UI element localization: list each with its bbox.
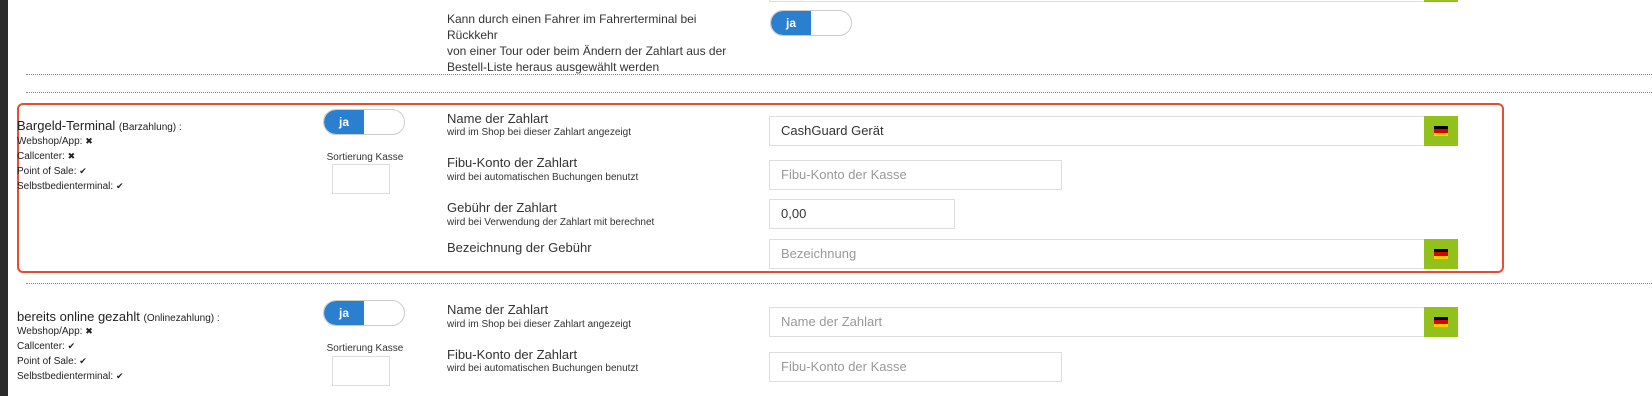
check-icon: ✔: [115, 181, 124, 191]
capability-label: Callcenter:: [17, 151, 65, 162]
sort-input[interactable]: [332, 164, 390, 194]
capability-item: Webshop/App: ✖: [17, 324, 124, 339]
name-input[interactable]: CashGuard Gerät: [769, 116, 1426, 146]
german-flag-icon: [1434, 126, 1448, 136]
driver-terminal-description: Kann durch einen Fahrer im Fahrertermina…: [447, 11, 747, 75]
check-icon: ✔: [79, 356, 87, 366]
description-line: Bestell-Liste heraus ausgewählt werden: [447, 60, 660, 74]
divider: [26, 92, 1652, 93]
payment-type: (Onlinezahlung) :: [143, 313, 220, 324]
sort-input[interactable]: [332, 356, 390, 386]
capability-label: Selbstbedienterminal:: [17, 181, 114, 192]
description-line: von einer Tour oder beim Ändern der Zahl…: [447, 44, 727, 58]
language-flag-button[interactable]: [1424, 116, 1458, 146]
fee-label: Gebühr der Zahlart: [447, 200, 557, 215]
capability-item: Selbstbedienterminal: ✔: [17, 179, 124, 194]
check-icon: ✔: [79, 166, 87, 176]
fibu-input[interactable]: Fibu-Konto der Kasse: [769, 352, 1062, 382]
fibu-label: Fibu-Konto der Zahlart: [447, 155, 578, 170]
top-partial-field[interactable]: [769, 0, 1426, 2]
sort-label: Sortierung Kasse: [326, 152, 404, 163]
payment-name: bereits online gezahlt: [17, 309, 140, 324]
description-line: Kann durch einen Fahrer im Fahrertermina…: [447, 12, 697, 42]
language-flag-button[interactable]: [1424, 307, 1458, 337]
capability-label: Selbstbedienterminal:: [17, 371, 114, 382]
settings-page: Kann durch einen Fahrer im Fahrertermina…: [8, 0, 1652, 396]
toggle-on-label: ja: [771, 11, 811, 35]
cross-icon: ✖: [85, 136, 93, 146]
fee-hint: wird bei Verwendung der Zahlart mit bere…: [447, 217, 655, 228]
fee-name-label: Bezeichnung der Gebühr: [447, 240, 592, 255]
capability-label: Webshop/App:: [17, 136, 83, 147]
fibu-input[interactable]: Fibu-Konto der Kasse: [769, 160, 1062, 190]
toggle-on-label: ja: [324, 110, 364, 134]
capabilities-list: Webshop/App: ✖ Callcenter: ✖ Point of Sa…: [17, 134, 124, 194]
capabilities-list: Webshop/App: ✖ Callcenter: ✔ Point of Sa…: [17, 324, 124, 384]
capability-label: Point of Sale:: [17, 356, 77, 367]
check-icon: ✔: [67, 341, 76, 351]
payment-active-toggle[interactable]: ja: [323, 109, 405, 135]
name-hint: wird im Shop bei dieser Zahlart angezeig…: [447, 127, 631, 138]
name-label: Name der Zahlart: [447, 302, 549, 317]
name-hint: wird im Shop bei dieser Zahlart angezeig…: [447, 319, 631, 330]
section-title: Bargeld-Terminal (Barzahlung) :: [17, 118, 182, 133]
section-title: bereits online gezahlt (Onlinezahlung) :: [17, 309, 220, 324]
capability-item: Point of Sale: ✔: [17, 354, 124, 369]
fee-name-input[interactable]: Bezeichnung: [769, 239, 1426, 269]
toggle-on-label: ja: [324, 301, 364, 325]
driver-terminal-toggle[interactable]: ja: [770, 10, 852, 36]
payment-name: Bargeld-Terminal: [17, 118, 116, 133]
capability-item: Webshop/App: ✖: [17, 134, 124, 149]
fibu-label: Fibu-Konto der Zahlart: [447, 347, 578, 362]
name-input[interactable]: Name der Zahlart: [769, 307, 1426, 337]
top-partial-flag-button[interactable]: [1424, 0, 1458, 2]
capability-item: Callcenter: ✖: [17, 149, 124, 164]
german-flag-icon: [1434, 249, 1448, 259]
fibu-hint: wird bei automatischen Buchungen benutzt: [447, 363, 639, 374]
capability-item: Point of Sale: ✔: [17, 164, 124, 179]
name-label: Name der Zahlart: [447, 111, 549, 126]
capability-item: Callcenter: ✔: [17, 339, 124, 354]
sort-label: Sortierung Kasse: [326, 343, 404, 354]
check-icon: ✔: [115, 371, 124, 381]
capability-label: Webshop/App:: [17, 326, 83, 337]
divider: [26, 283, 1652, 284]
payment-active-toggle[interactable]: ja: [323, 300, 405, 326]
fibu-hint: wird bei automatischen Buchungen benutzt: [447, 172, 639, 183]
language-flag-button[interactable]: [1424, 239, 1458, 269]
cross-icon: ✖: [85, 326, 93, 336]
payment-type: (Barzahlung) :: [118, 122, 182, 133]
cross-icon: ✖: [67, 151, 76, 161]
capability-label: Point of Sale:: [17, 166, 77, 177]
capability-label: Callcenter:: [17, 341, 65, 352]
divider: [26, 74, 1652, 75]
german-flag-icon: [1434, 317, 1448, 327]
capability-item: Selbstbedienterminal: ✔: [17, 369, 124, 384]
fee-input[interactable]: 0,00: [769, 199, 955, 229]
